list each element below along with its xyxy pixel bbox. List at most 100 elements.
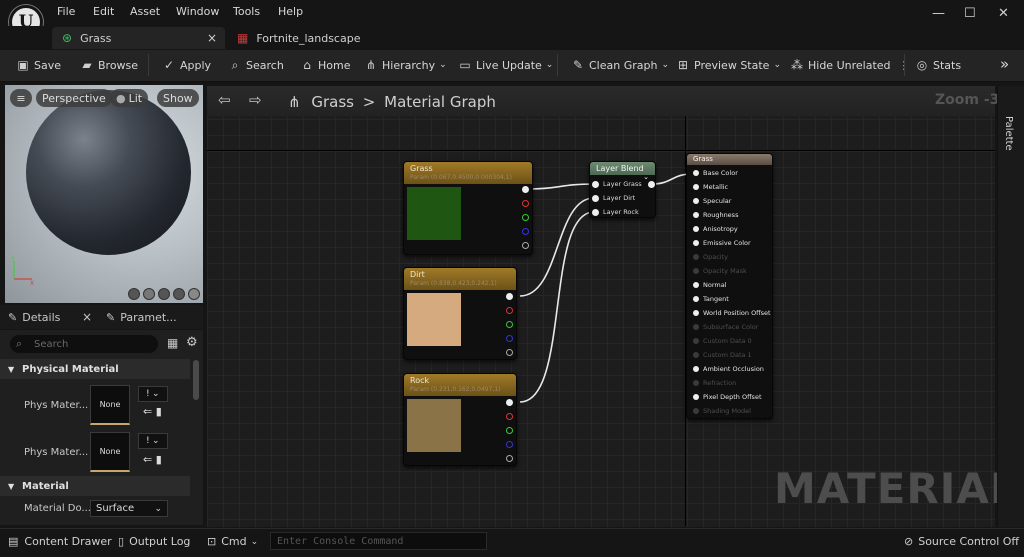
cmd-button[interactable]: ⊡ Cmd ⌄ (207, 535, 258, 548)
use-selected-icon[interactable]: ⇐ ▮ (143, 405, 162, 418)
output-pin[interactable] (648, 181, 655, 188)
preview-mesh-cube-button[interactable] (173, 288, 185, 300)
show-button[interactable]: Show (157, 89, 199, 107)
clean-graph-button[interactable]: ✎ Clean Graph ⌄ (571, 58, 669, 72)
preview-mesh-cylinder-button[interactable] (128, 288, 140, 300)
preview-mesh-sphere-button[interactable] (143, 288, 155, 300)
details-search-input[interactable]: Search (10, 335, 158, 353)
menu-edit[interactable]: Edit (93, 5, 114, 18)
output-pin[interactable] (506, 399, 513, 406)
output-pin-b[interactable] (506, 335, 513, 342)
node-dirt-param[interactable]: Dirt Param (0.838,0.423,0.242,1) (403, 267, 517, 360)
stats-button[interactable]: ◎ Stats (915, 58, 961, 72)
output-pin-r[interactable] (506, 307, 513, 314)
minimize-button[interactable]: — (932, 6, 945, 21)
node-layer-blend[interactable]: Layer Blend ⌄ Layer Grass Layer Dirt Lay… (589, 161, 656, 218)
home-button[interactable]: ⌂ Home (300, 58, 350, 72)
material-input-pin[interactable] (693, 296, 699, 302)
table-view-icon[interactable]: ▦ (167, 336, 178, 350)
toolbar-overflow-button[interactable]: » (1000, 55, 1009, 73)
material-graph-canvas[interactable] (207, 86, 995, 527)
hide-unrelated-button[interactable]: ⁂Hide Unrelated⋮ (790, 58, 910, 72)
material-input-pin[interactable] (693, 380, 699, 386)
perspective-button[interactable]: Perspective (36, 89, 112, 107)
node-rock-param[interactable]: Rock Param (0.231,0.162,0.0497,1) (403, 373, 517, 466)
tab-grass[interactable]: ⊛ Grass × (52, 27, 225, 49)
content-drawer-button[interactable]: ▤ Content Drawer (8, 535, 112, 548)
output-pin-a[interactable] (506, 349, 513, 356)
menu-help[interactable]: Help (278, 5, 303, 18)
palette-tab[interactable]: Palette (1003, 116, 1014, 176)
material-input-pin[interactable] (693, 366, 699, 372)
material-input-pin[interactable] (693, 212, 699, 218)
tab-details[interactable]: ✎ Details (8, 311, 60, 324)
material-input-pin[interactable] (693, 268, 699, 274)
tab-close-icon[interactable]: × (207, 31, 217, 45)
material-input-pin[interactable] (693, 198, 699, 204)
menu-tools[interactable]: Tools (233, 5, 260, 18)
material-input-pin[interactable] (693, 254, 699, 260)
output-pin-r[interactable] (506, 413, 513, 420)
preview-mesh-custom-button[interactable] (188, 288, 200, 300)
breadcrumb-current[interactable]: Material Graph (384, 93, 496, 111)
section-physical-material[interactable]: ▼ Physical Material (0, 359, 190, 379)
source-control-button[interactable]: ⊘ Source Control Off (904, 535, 1019, 548)
menu-file[interactable]: File (57, 5, 75, 18)
browse-button[interactable]: ▰ Browse (80, 58, 138, 72)
output-pin-g[interactable] (506, 427, 513, 434)
output-pin-b[interactable] (506, 441, 513, 448)
output-pin-g[interactable] (506, 321, 513, 328)
forward-arrow-icon[interactable]: ⇨ (249, 91, 262, 109)
details-tab-close-icon[interactable]: × (82, 310, 92, 324)
material-input-pin[interactable] (693, 408, 699, 414)
preview-mesh-plane-button[interactable] (158, 288, 170, 300)
section-material[interactable]: ▼ Material (0, 476, 190, 496)
material-input-pin[interactable] (693, 352, 699, 358)
material-input-pin[interactable] (693, 282, 699, 288)
console-command-input[interactable]: Enter Console Command (270, 532, 487, 550)
tab-parameters[interactable]: ✎ Paramet... (106, 311, 177, 324)
lit-button[interactable]: ● Lit (110, 89, 149, 107)
breadcrumb-root[interactable]: Grass (311, 93, 354, 111)
phys-material-thumbnail[interactable]: None (90, 432, 130, 472)
live-update-button[interactable]: ▭ Live Update ⌄ (458, 58, 553, 72)
input-pin[interactable] (592, 181, 599, 188)
material-input-pin[interactable] (693, 338, 699, 344)
menu-asset[interactable]: Asset (130, 5, 160, 18)
output-pin[interactable] (506, 293, 513, 300)
material-input-pin[interactable] (693, 324, 699, 330)
material-input-pin[interactable] (693, 170, 699, 176)
material-input-pin[interactable] (693, 226, 699, 232)
node-material-result[interactable]: Grass Base Color Metallic Specular Roughnes… (686, 153, 773, 419)
maximize-button[interactable]: ☐ (964, 6, 976, 21)
output-pin-g[interactable] (522, 214, 529, 221)
use-selected-icon[interactable]: ⇐ ▮ (143, 453, 162, 466)
back-arrow-icon[interactable]: ⇦ (218, 91, 231, 109)
material-domain-dropdown[interactable]: Surface ⌄ (90, 500, 168, 517)
input-pin[interactable] (592, 209, 599, 216)
search-button[interactable]: ⌕ Search (228, 58, 284, 72)
material-input-pin[interactable] (693, 184, 699, 190)
save-button[interactable]: ▣ Save (16, 58, 61, 72)
details-scrollbar[interactable] (193, 360, 199, 400)
apply-button[interactable]: ✓ Apply (162, 58, 211, 72)
output-log-button[interactable]: ▯ Output Log (118, 535, 190, 548)
menu-window[interactable]: Window (176, 5, 219, 18)
gear-icon[interactable]: ⚙ (186, 335, 198, 350)
material-input-pin[interactable] (693, 394, 699, 400)
input-pin[interactable] (592, 195, 599, 202)
preview-state-button[interactable]: ⊞ Preview State ⌄ (676, 58, 781, 72)
phys-material-thumbnail[interactable]: None (90, 385, 130, 425)
output-pin[interactable] (522, 186, 529, 193)
phys-material-dropdown[interactable]: ǃ ⌄ (138, 386, 168, 402)
viewport-menu-button[interactable]: ≡ (10, 89, 32, 107)
phys-material-dropdown[interactable]: ǃ ⌄ (138, 433, 168, 449)
node-grass-param[interactable]: Grass Param (0.067,0.4500,0.000304,1) (403, 161, 533, 255)
output-pin-a[interactable] (522, 242, 529, 249)
hierarchy-button[interactable]: ⋔ Hierarchy ⌄ (364, 58, 447, 72)
material-input-pin[interactable] (693, 240, 699, 246)
output-pin-r[interactable] (522, 200, 529, 207)
output-pin-a[interactable] (506, 455, 513, 462)
output-pin-b[interactable] (522, 228, 529, 235)
tab-fortnite-landscape[interactable]: ▦ Fortnite_landscape (233, 27, 403, 49)
